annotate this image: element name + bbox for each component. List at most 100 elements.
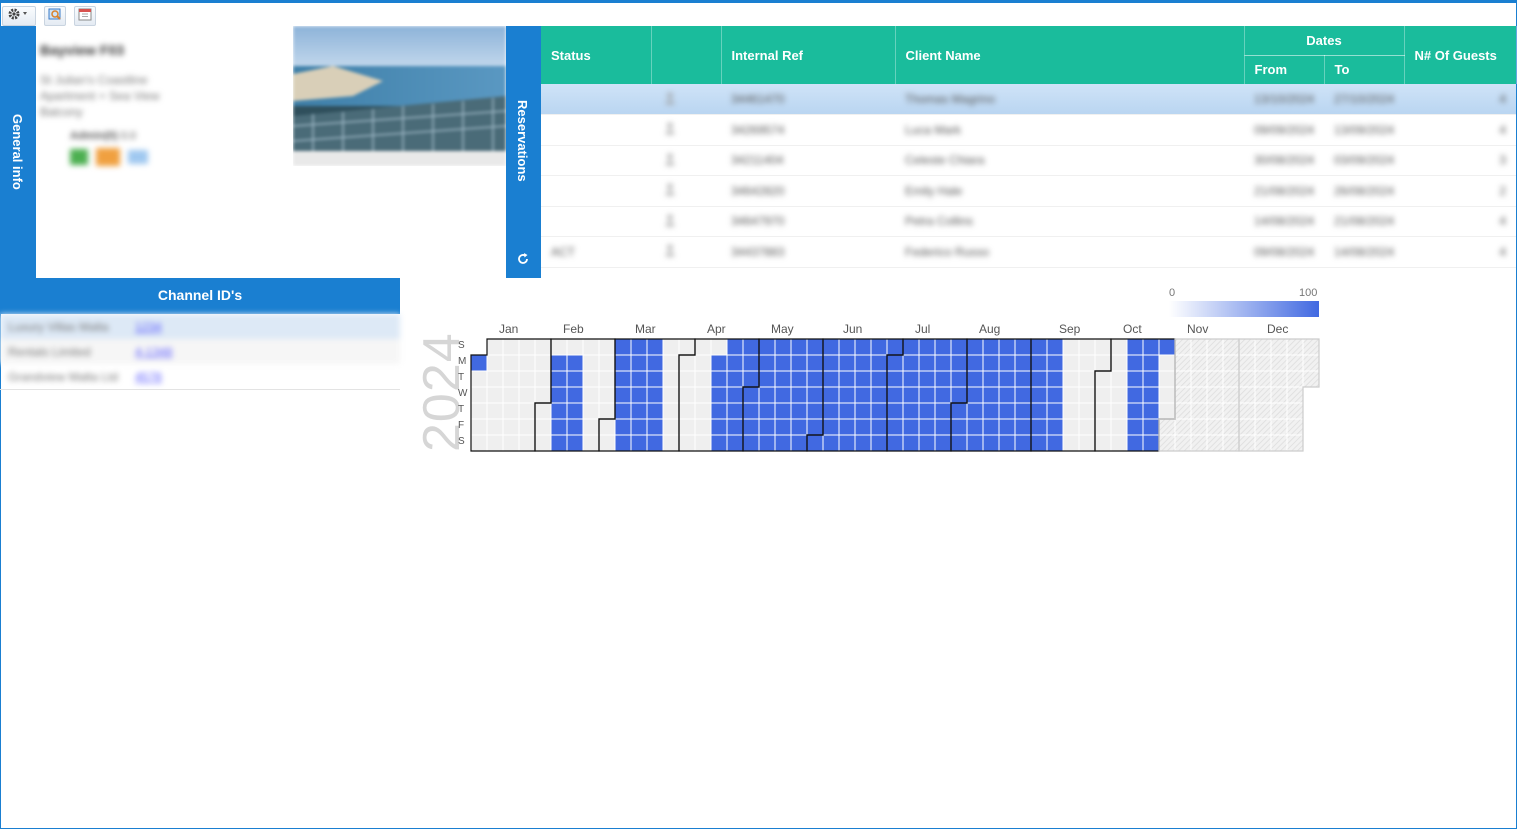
heatmap-day-cell[interactable] (822, 402, 840, 420)
heatmap-day-cell[interactable] (1254, 386, 1272, 404)
heatmap-day-cell[interactable] (918, 354, 936, 372)
heatmap-day-cell[interactable] (1302, 338, 1320, 356)
heatmap-day-cell[interactable] (870, 338, 888, 356)
heatmap-day-cell[interactable] (854, 386, 872, 404)
heatmap-day-cell[interactable] (614, 370, 632, 388)
heatmap-day-cell[interactable] (870, 386, 888, 404)
heatmap-day-cell[interactable] (1222, 338, 1240, 356)
heatmap-day-cell[interactable] (1014, 386, 1032, 404)
heatmap-day-cell[interactable] (630, 434, 648, 452)
heatmap-day-cell[interactable] (1030, 386, 1048, 404)
heatmap-day-cell[interactable] (806, 354, 824, 372)
heatmap-day-cell[interactable] (646, 434, 664, 452)
heatmap-day-cell[interactable] (646, 386, 664, 404)
heatmap-day-cell[interactable] (726, 418, 744, 436)
heatmap-day-cell[interactable] (1270, 354, 1288, 372)
heatmap-day-cell[interactable] (806, 386, 824, 404)
heatmap-day-cell[interactable] (502, 370, 520, 388)
heatmap-day-cell[interactable] (1030, 402, 1048, 420)
heatmap-day-cell[interactable] (1158, 402, 1176, 420)
heatmap-day-cell[interactable] (998, 402, 1016, 420)
heatmap-day-cell[interactable] (1158, 370, 1176, 388)
heatmap-day-cell[interactable] (1126, 338, 1144, 356)
heatmap-day-cell[interactable] (1014, 338, 1032, 356)
heatmap-day-cell[interactable] (966, 434, 984, 452)
heatmap-day-cell[interactable] (470, 370, 488, 388)
heatmap-day-cell[interactable] (1238, 338, 1256, 356)
heatmap-day-cell[interactable] (534, 386, 552, 404)
heatmap-day-cell[interactable] (1030, 370, 1048, 388)
heatmap-day-cell[interactable] (998, 386, 1016, 404)
heatmap-day-cell[interactable] (790, 354, 808, 372)
heatmap-day-cell[interactable] (662, 386, 680, 404)
heatmap-day-cell[interactable] (742, 354, 760, 372)
heatmap-day-cell[interactable] (550, 354, 568, 372)
heatmap-day-cell[interactable] (1110, 386, 1128, 404)
heatmap-day-cell[interactable] (1286, 386, 1304, 404)
heatmap-day-cell[interactable] (486, 338, 504, 356)
heatmap-day-cell[interactable] (1158, 434, 1176, 452)
heatmap-day-cell[interactable] (1046, 354, 1064, 372)
heatmap-day-cell[interactable] (886, 386, 904, 404)
channel-ids-header[interactable]: Channel ID's (0, 278, 400, 314)
heatmap-day-cell[interactable] (774, 338, 792, 356)
heatmap-day-cell[interactable] (934, 386, 952, 404)
heatmap-day-cell[interactable] (1270, 386, 1288, 404)
heatmap-day-cell[interactable] (1110, 402, 1128, 420)
heatmap-day-cell[interactable] (806, 338, 824, 356)
heatmap-day-cell[interactable] (902, 402, 920, 420)
heatmap-day-cell[interactable] (1206, 338, 1224, 356)
heatmap-day-cell[interactable] (470, 354, 488, 372)
heatmap-day-cell[interactable] (1094, 338, 1112, 356)
heatmap-day-cell[interactable] (1046, 418, 1064, 436)
heatmap-day-cell[interactable] (582, 338, 600, 356)
heatmap-day-cell[interactable] (614, 386, 632, 404)
heatmap-day-cell[interactable] (502, 338, 520, 356)
heatmap-day-cell[interactable] (758, 370, 776, 388)
heatmap-day-cell[interactable] (934, 354, 952, 372)
heatmap-day-cell[interactable] (1046, 402, 1064, 420)
heatmap-day-cell[interactable] (1014, 434, 1032, 452)
heatmap-day-cell[interactable] (950, 434, 968, 452)
heatmap-day-cell[interactable] (790, 338, 808, 356)
heatmap-day-cell[interactable] (1222, 418, 1240, 436)
col-to[interactable]: To (1324, 55, 1405, 84)
heatmap-day-cell[interactable] (1158, 418, 1176, 436)
heatmap-day-cell[interactable] (790, 402, 808, 420)
heatmap-day-cell[interactable] (1094, 386, 1112, 404)
heatmap-day-cell[interactable] (502, 386, 520, 404)
heatmap-day-cell[interactable] (1190, 434, 1208, 452)
heatmap-day-cell[interactable] (790, 434, 808, 452)
heatmap-day-cell[interactable] (1254, 402, 1272, 420)
heatmap-day-cell[interactable] (502, 354, 520, 372)
heatmap-day-cell[interactable] (470, 402, 488, 420)
heatmap-day-cell[interactable] (486, 402, 504, 420)
heatmap-day-cell[interactable] (1174, 370, 1192, 388)
heatmap-day-cell[interactable] (982, 402, 1000, 420)
heatmap-day-cell[interactable] (1286, 338, 1304, 356)
heatmap-day-cell[interactable] (758, 402, 776, 420)
heatmap-day-cell[interactable] (1110, 370, 1128, 388)
heatmap-day-cell[interactable] (598, 434, 616, 452)
heatmap-day-cell[interactable] (1030, 354, 1048, 372)
heatmap-day-cell[interactable] (806, 434, 824, 452)
heatmap-day-cell[interactable] (518, 434, 536, 452)
heatmap-day-cell[interactable] (534, 418, 552, 436)
heatmap-day-cell[interactable] (614, 434, 632, 452)
heatmap-day-cell[interactable] (678, 354, 696, 372)
heatmap-day-cell[interactable] (1014, 354, 1032, 372)
heatmap-day-cell[interactable] (886, 370, 904, 388)
heatmap-day-cell[interactable] (566, 354, 584, 372)
heatmap-day-cell[interactable] (1110, 434, 1128, 452)
heatmap-day-cell[interactable] (886, 354, 904, 372)
heatmap-day-cell[interactable] (1062, 338, 1080, 356)
heatmap-day-cell[interactable] (1270, 402, 1288, 420)
heatmap-day-cell[interactable] (1206, 434, 1224, 452)
heatmap-day-cell[interactable] (774, 354, 792, 372)
settings-button[interactable] (2, 6, 36, 26)
heatmap-day-cell[interactable] (742, 402, 760, 420)
heatmap-day-cell[interactable] (822, 338, 840, 356)
heatmap-day-cell[interactable] (1078, 418, 1096, 436)
heatmap-day-cell[interactable] (550, 402, 568, 420)
heatmap-day-cell[interactable] (966, 386, 984, 404)
